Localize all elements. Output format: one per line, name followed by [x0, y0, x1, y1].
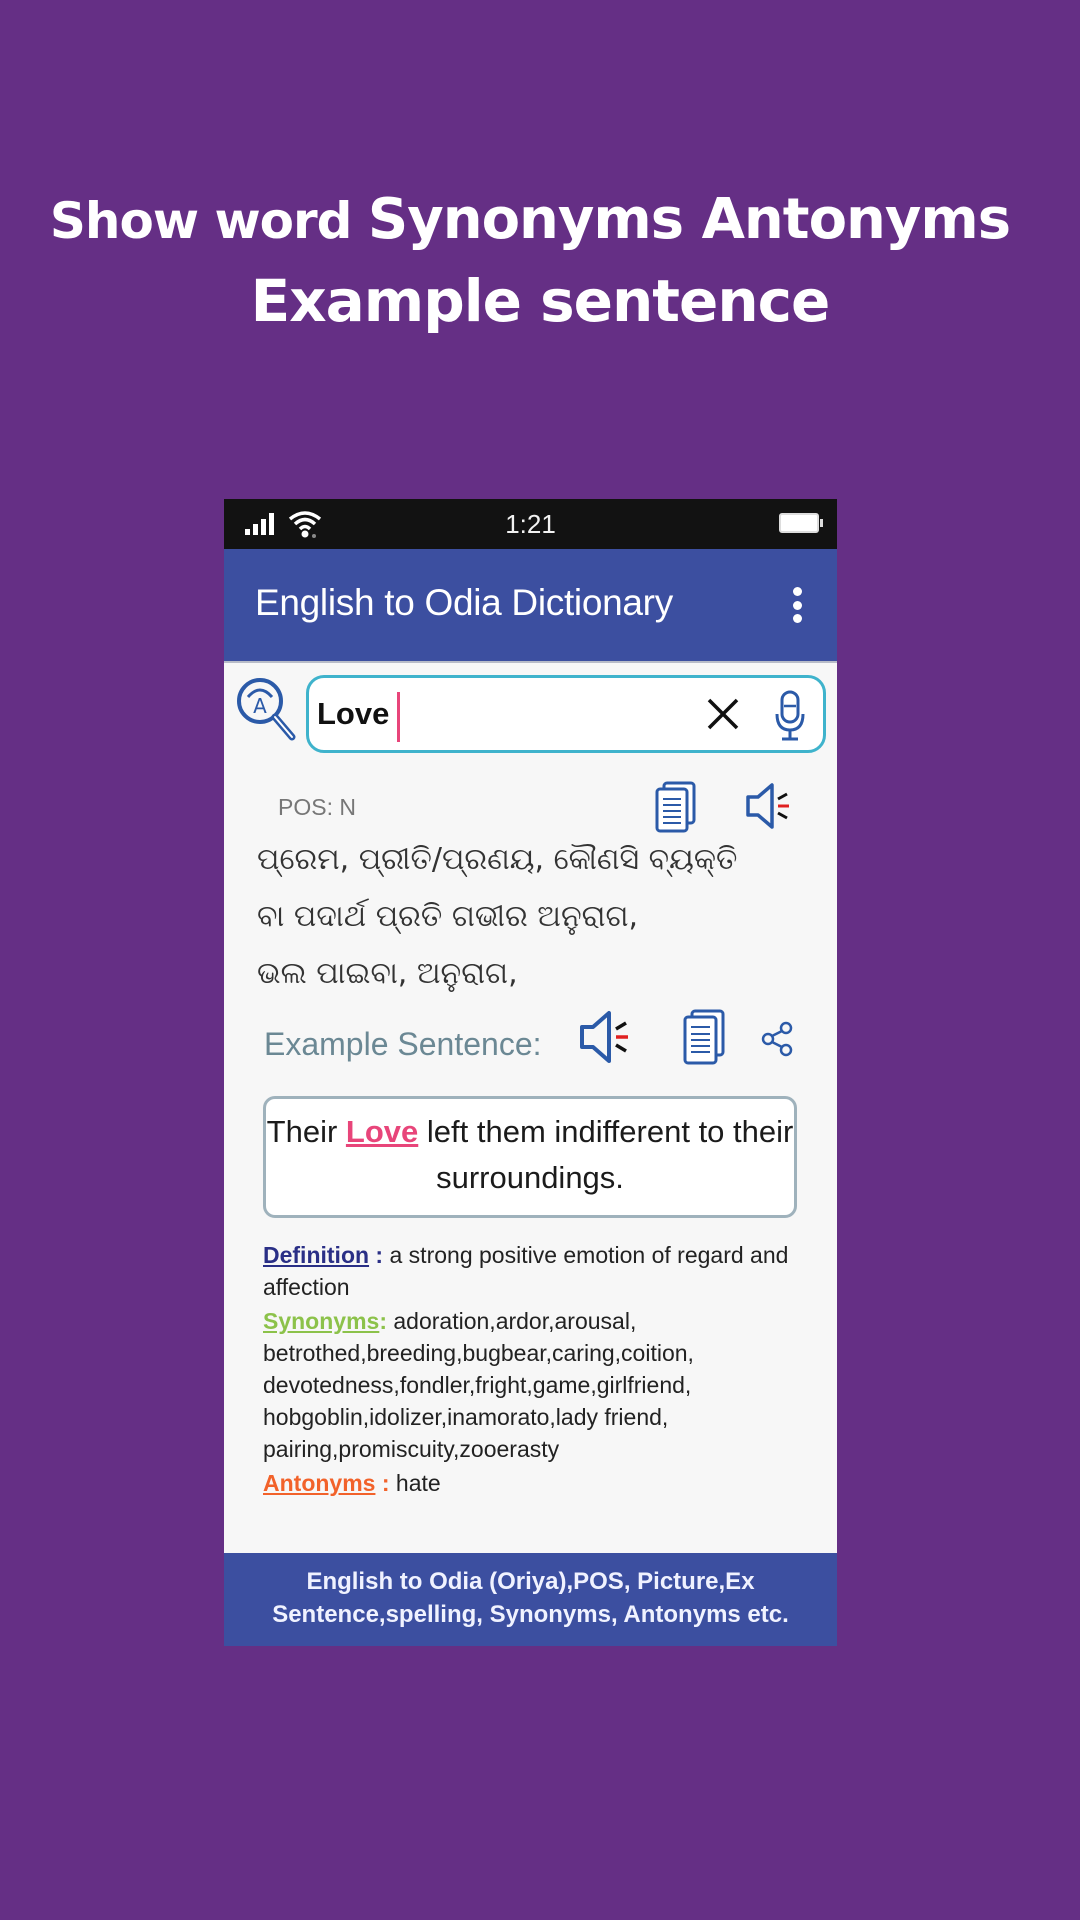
- synonyms-label: Synonyms: [263, 1308, 380, 1334]
- headline-emphasis: Synonyms Antonyms: [367, 187, 1011, 252]
- microphone-icon[interactable]: [773, 688, 807, 744]
- promo-headline: Show word Synonyms Antonyms Example sent…: [0, 180, 1080, 341]
- example-highlight-word: Love: [345, 1114, 419, 1149]
- definition-label: Definition: [263, 1242, 370, 1268]
- example-text: left them indifferent to their surroundi…: [418, 1114, 794, 1195]
- feature-banner: English to Odia (Oriya),POS, Picture,Ex …: [224, 1553, 837, 1646]
- antonyms-row: Antonyms : hate: [263, 1467, 803, 1499]
- status-bar: 1:21: [224, 499, 837, 549]
- odia-translation: ପ୍ରେମ, ପ୍ରୀତି/ପ୍ରଣୟ, କୌଣସି ବ୍ୟକ୍ତି ବା ପଦ…: [257, 831, 738, 1002]
- synonyms-row: Synonyms: adoration,ardor,arousal, betro…: [263, 1305, 803, 1465]
- copy-icon[interactable]: [682, 1009, 726, 1065]
- translation-line: ପ୍ରେମ, ପ୍ରୀତି/ପ୍ରଣୟ, କୌଣସି ବ୍ୟକ୍ତି: [257, 842, 738, 877]
- clock: 1:21: [505, 509, 556, 539]
- search-row: A: [224, 669, 837, 753]
- definition-row: Definition : a strong positive emotion o…: [263, 1239, 803, 1303]
- example-sentence-box: Their Love left them indifferent to thei…: [263, 1096, 797, 1218]
- antonyms-text: hate: [389, 1470, 441, 1496]
- antonyms-label: Antonyms: [263, 1470, 376, 1496]
- translation-line: ବା ପଦାର୍ଥ ପ୍ରତି ଗଭୀର ଅନୁରାଗ,: [257, 899, 639, 934]
- part-of-speech: POS: N: [278, 794, 356, 820]
- definition-colon: :: [369, 1242, 384, 1268]
- antonyms-colon: :: [375, 1470, 390, 1496]
- copy-icon[interactable]: [654, 781, 698, 833]
- search-input[interactable]: [317, 688, 697, 740]
- speaker-icon[interactable]: [578, 1009, 634, 1065]
- headline-line-1: Show word Synonyms Antonyms: [0, 180, 1070, 261]
- share-icon[interactable]: [760, 1021, 794, 1057]
- banner-line-2: Sentence,spelling, Synonyms, Antonyms et…: [272, 1601, 789, 1628]
- speaker-icon[interactable]: [744, 781, 794, 831]
- banner-line-1: English to Odia (Oriya),POS, Picture,Ex: [306, 1568, 755, 1595]
- app-title: English to Odia Dictionary: [255, 582, 673, 623]
- search-field: [306, 675, 826, 753]
- dictionary-search-icon[interactable]: A: [234, 675, 296, 743]
- app-bar: English to Odia Dictionary: [224, 549, 837, 663]
- example-text: Their: [266, 1114, 346, 1149]
- headline-prefix: Show word: [49, 192, 368, 250]
- example-sentence-label: Example Sentence:: [264, 1026, 542, 1062]
- text-caret: [397, 692, 400, 742]
- svg-text:A: A: [253, 694, 267, 718]
- close-icon[interactable]: [701, 692, 745, 736]
- synonyms-colon: :: [379, 1308, 387, 1334]
- headline-line-2: Example sentence: [250, 267, 831, 335]
- phone-screen: 1:21 English to Odia Dictionary A Love P…: [224, 499, 837, 1646]
- battery-icon: [779, 513, 823, 533]
- more-vert-icon[interactable]: [791, 587, 803, 623]
- word-details: Definition : a strong positive emotion o…: [263, 1239, 803, 1501]
- translation-line: ଭଲ ପାଇବା, ଅନୁରାଗ,: [257, 956, 518, 991]
